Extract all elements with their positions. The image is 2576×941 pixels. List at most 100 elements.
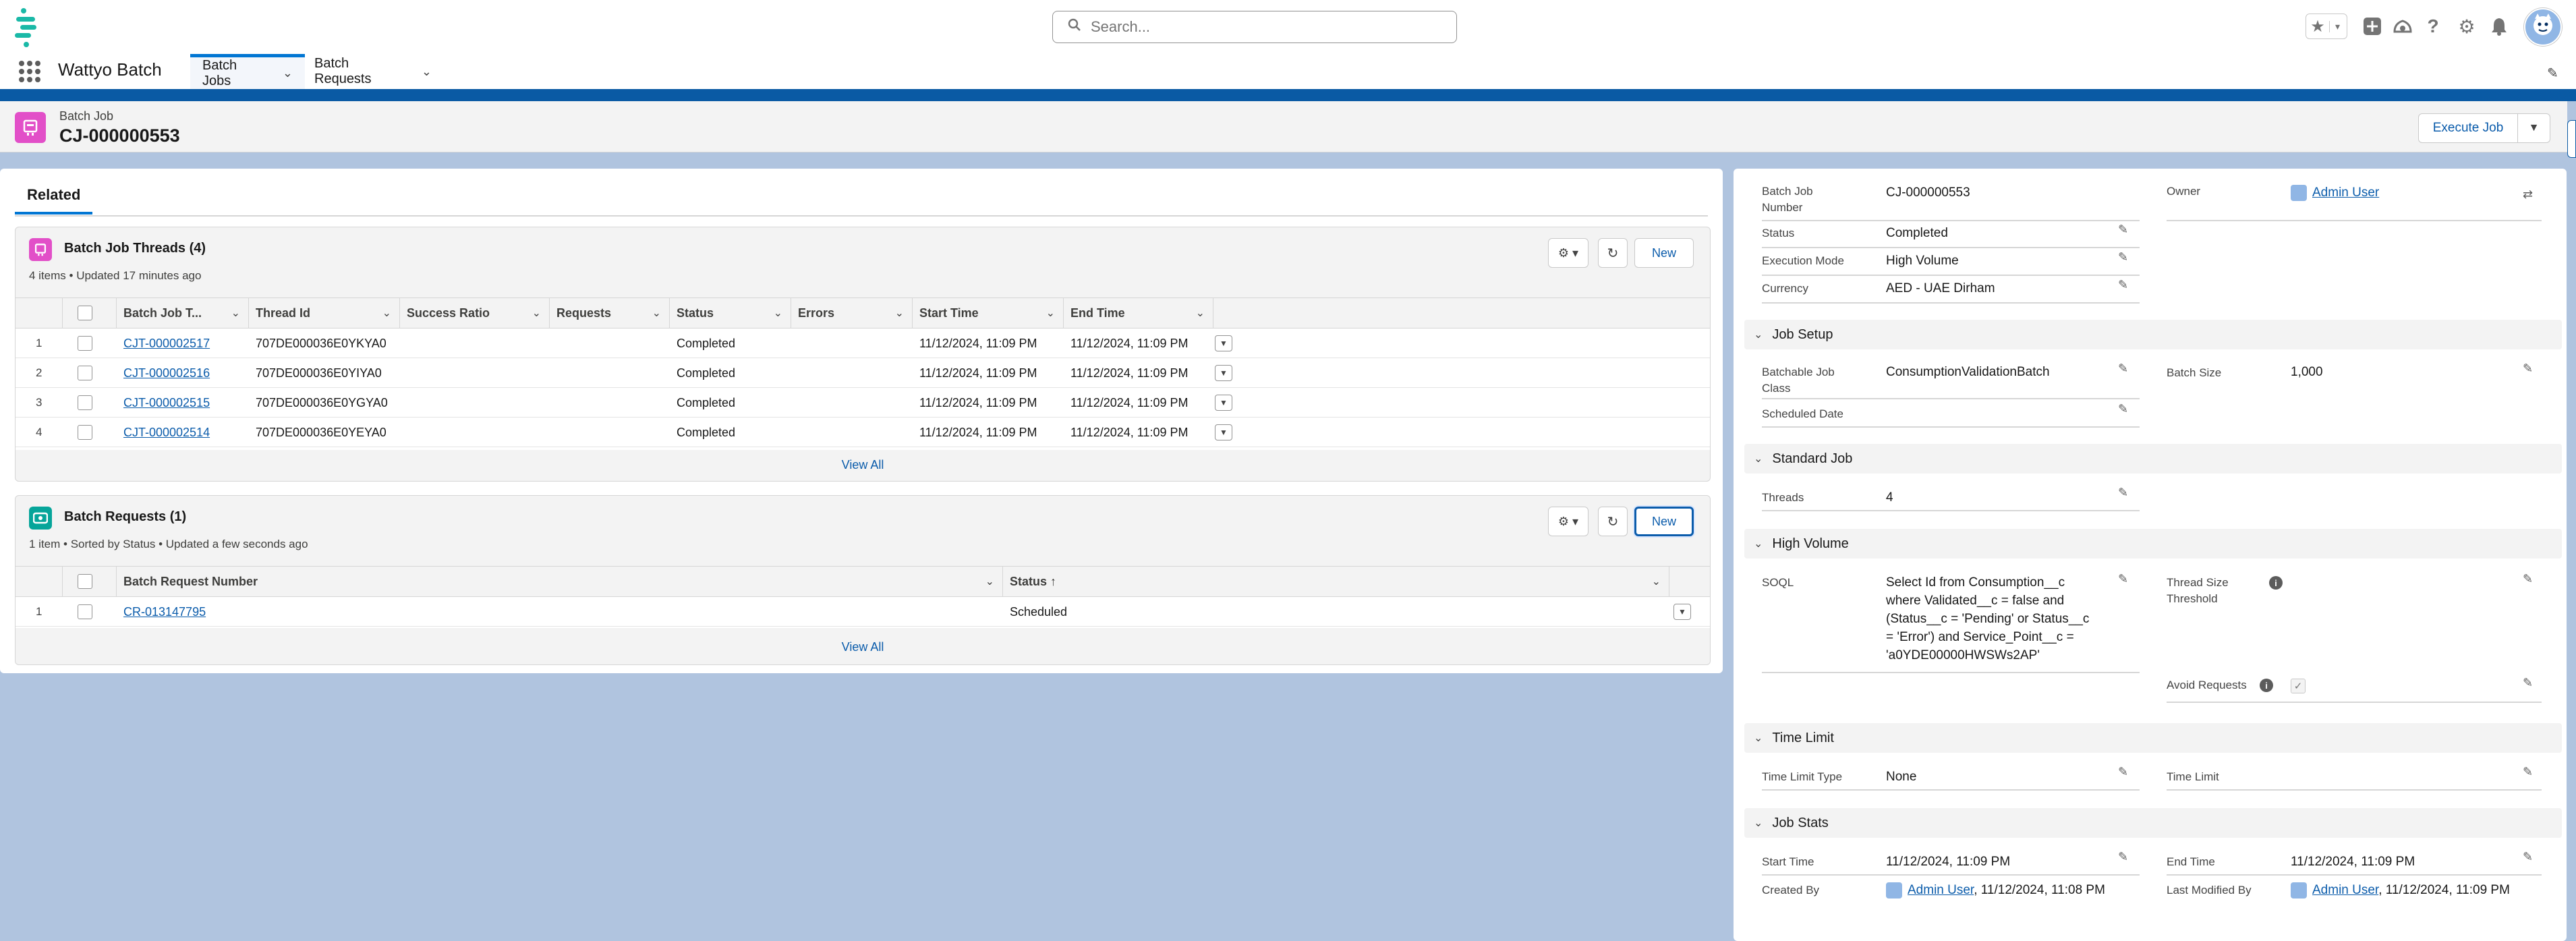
request-link[interactable]: CR-013147795 (123, 605, 206, 619)
chevron-down-icon[interactable]: ⌄ (422, 65, 432, 79)
execute-job-button[interactable]: Execute Job (2418, 113, 2518, 143)
edit-thread-size-pencil-icon[interactable]: ✎ (2523, 572, 2533, 586)
change-owner-icon[interactable]: ⇄ (2523, 188, 2533, 202)
edit-nav-pencil-icon[interactable]: ✎ (2547, 65, 2558, 82)
edit-avoid-requests-pencil-icon[interactable]: ✎ (2523, 676, 2533, 690)
edit-batchable-class-pencil-icon[interactable]: ✎ (2118, 362, 2128, 376)
global-search-input[interactable]: Search... (1052, 11, 1457, 43)
field-divider (1762, 510, 2140, 511)
app-launcher-icon[interactable] (19, 61, 40, 82)
edit-batch-size-pencil-icon[interactable]: ✎ (2523, 362, 2533, 376)
avoid-requests-checkbox[interactable]: ✓ (2291, 679, 2306, 693)
edit-scheduled-date-pencil-icon[interactable]: ✎ (2118, 402, 2128, 416)
nav-tab-batch-requests[interactable]: Batch Requests ⌄ (302, 54, 444, 89)
col-header-requests[interactable]: Requests ⌄ (550, 298, 670, 328)
requests-card-title[interactable]: Batch Requests (1) (64, 509, 186, 525)
field-divider (1762, 398, 2140, 399)
threads-card-title[interactable]: Batch Job Threads (4) (64, 241, 206, 256)
chevron-down-icon[interactable]: ⌄ (1652, 575, 1661, 588)
chevron-down-icon[interactable]: ⌄ (985, 575, 994, 588)
owner-link[interactable]: Admin User (2312, 186, 2379, 200)
threads-view-all-link[interactable]: View All (842, 458, 884, 472)
utility-edge-tab[interactable] (2567, 120, 2576, 158)
chevron-down-icon[interactable]: ⌄ (1046, 306, 1055, 320)
thread-link[interactable]: CJT-000002514 (123, 426, 210, 440)
row-checkbox[interactable] (78, 395, 92, 410)
chevron-down-icon[interactable]: ⌄ (532, 306, 541, 320)
col-header-errors[interactable]: Errors ⌄ (791, 298, 913, 328)
trailhead-guidance-icon[interactable] (2391, 15, 2414, 38)
requests-view-all-link[interactable]: View All (842, 640, 884, 654)
row-checkbox[interactable] (78, 425, 92, 440)
help-icon[interactable]: ? (2422, 15, 2444, 38)
sort-ascending-icon[interactable]: ↑ (1050, 575, 1056, 589)
chevron-down-icon[interactable]: ▾ (2329, 20, 2345, 32)
col-header-status[interactable]: Status ↑ ⌄ (1003, 567, 1669, 596)
edit-time-limit-type-pencil-icon[interactable]: ✎ (2118, 765, 2128, 779)
app-logo-icon[interactable] (12, 7, 40, 49)
refresh-icon[interactable]: ↻ (1598, 507, 1628, 536)
info-icon[interactable]: i (2269, 576, 2283, 590)
created-by-user-link[interactable]: Admin User (1908, 883, 1974, 897)
section-time-limit[interactable]: ⌄ Time Limit (1744, 723, 2562, 753)
edit-status-pencil-icon[interactable]: ✎ (2118, 223, 2128, 237)
setup-gear-icon[interactable]: ⚙ (2455, 15, 2478, 38)
requests-new-button[interactable]: New (1634, 507, 1694, 536)
chevron-down-icon[interactable]: ⌄ (382, 306, 391, 320)
edit-start-time-pencil-icon[interactable]: ✎ (2118, 850, 2128, 864)
modified-by-user-link[interactable]: Admin User (2312, 883, 2378, 897)
chevron-down-icon[interactable]: ⌄ (652, 306, 661, 320)
chevron-down-icon[interactable]: ⌄ (231, 306, 240, 320)
row-actions-chevron-icon[interactable]: ▼ (1215, 365, 1232, 381)
col-header-end-time[interactable]: End Time ⌄ (1064, 298, 1213, 328)
col-header-name[interactable]: Batch Job T... ⌄ (117, 298, 249, 328)
field-label-soql: SOQL (1762, 576, 1794, 589)
edit-time-limit-pencil-icon[interactable]: ✎ (2523, 765, 2533, 779)
chevron-down-icon[interactable]: ⌄ (895, 306, 904, 320)
list-settings-gear-icon[interactable]: ⚙ ▾ (1548, 507, 1588, 536)
col-header-thread-id[interactable]: Thread Id ⌄ (249, 298, 400, 328)
list-settings-gear-icon[interactable]: ⚙ ▾ (1548, 238, 1588, 268)
edit-soql-pencil-icon[interactable]: ✎ (2118, 572, 2128, 586)
thread-link[interactable]: CJT-000002516 (123, 366, 210, 380)
section-high-volume[interactable]: ⌄ High Volume (1744, 529, 2562, 559)
col-header-request-number[interactable]: Batch Request Number ⌄ (117, 567, 1003, 596)
notifications-bell-icon[interactable] (2488, 15, 2511, 38)
row-actions-chevron-icon[interactable]: ▼ (1215, 395, 1232, 411)
col-header-success-ratio[interactable]: Success Ratio ⌄ (400, 298, 550, 328)
threads-new-button[interactable]: New (1634, 238, 1694, 268)
chevron-down-icon[interactable]: ⌄ (1196, 306, 1205, 320)
thread-id-cell: 707DE000036E0YIYA0 (256, 366, 382, 380)
row-checkbox[interactable] (78, 366, 92, 380)
tab-related[interactable]: Related (15, 186, 93, 215)
select-all-checkbox[interactable] (78, 574, 92, 589)
row-actions-chevron-icon[interactable]: ▼ (1673, 604, 1691, 620)
info-icon[interactable]: i (2260, 679, 2273, 692)
star-icon[interactable]: ★ (2306, 17, 2329, 36)
thread-link[interactable]: CJT-000002515 (123, 396, 210, 410)
row-actions-chevron-icon[interactable]: ▼ (1215, 424, 1232, 440)
edit-currency-pencil-icon[interactable]: ✎ (2118, 278, 2128, 292)
nav-tab-batch-jobs[interactable]: Batch Jobs ⌄ (190, 54, 305, 89)
col-header-start-time[interactable]: Start Time ⌄ (913, 298, 1064, 328)
thread-link[interactable]: CJT-000002517 (123, 337, 210, 351)
row-checkbox[interactable] (78, 336, 92, 351)
user-avatar[interactable] (2524, 8, 2562, 46)
section-job-stats[interactable]: ⌄ Job Stats (1744, 808, 2562, 838)
start-time-cell: 11/12/2024, 11:09 PM (919, 425, 1037, 439)
row-checkbox[interactable] (78, 604, 92, 619)
section-standard-job[interactable]: ⌄ Standard Job (1744, 444, 2562, 474)
col-header-status[interactable]: Status ⌄ (670, 298, 791, 328)
more-actions-chevron-icon[interactable]: ▼ (2518, 113, 2550, 143)
refresh-icon[interactable]: ↻ (1598, 238, 1628, 268)
row-actions-chevron-icon[interactable]: ▼ (1215, 335, 1232, 351)
chevron-down-icon[interactable]: ⌄ (774, 306, 782, 320)
select-all-checkbox[interactable] (78, 306, 92, 320)
chevron-down-icon[interactable]: ⌄ (283, 66, 293, 80)
favorites-button-group[interactable]: ★ ▾ (2306, 13, 2347, 39)
edit-threads-pencil-icon[interactable]: ✎ (2118, 486, 2128, 500)
section-job-setup[interactable]: ⌄ Job Setup (1744, 320, 2562, 349)
edit-end-time-pencil-icon[interactable]: ✎ (2523, 850, 2533, 864)
edit-execution-mode-pencil-icon[interactable]: ✎ (2118, 250, 2128, 264)
global-actions-add-icon[interactable] (2361, 15, 2384, 38)
